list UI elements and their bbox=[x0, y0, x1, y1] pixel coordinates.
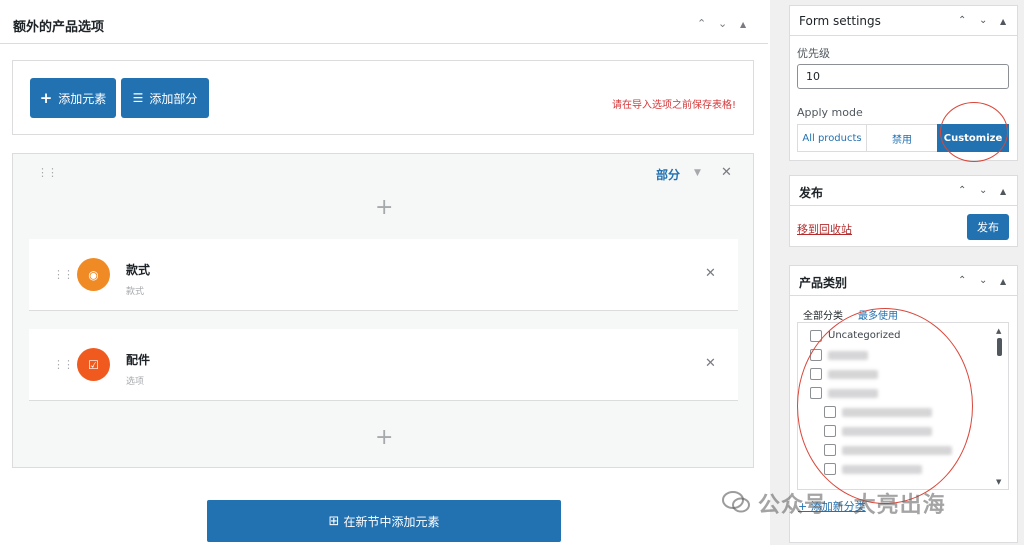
watermark: 公众号 · 大亮出海 bbox=[758, 493, 946, 518]
triangle-up-icon[interactable]: ▲ bbox=[740, 20, 746, 29]
caret-down-icon[interactable]: ▼ bbox=[694, 168, 701, 178]
chevron-down-icon[interactable]: ⌄ bbox=[979, 275, 987, 286]
annotation-circle bbox=[940, 102, 1008, 162]
element-row-accessories[interactable]: ⋮⋮ ☑ 配件 选项 ✕ bbox=[29, 329, 738, 401]
triangle-up-icon[interactable]: ▲ bbox=[1000, 187, 1006, 196]
card-title: 发布 bbox=[799, 186, 824, 200]
checkbox-icon: ☑ bbox=[77, 348, 110, 381]
remove-element-icon[interactable]: ✕ bbox=[705, 356, 716, 371]
add-element-new-section-button[interactable]: ⊞ 在新节中添加元素 bbox=[207, 500, 561, 542]
chevron-up-icon[interactable]: ⌃ bbox=[958, 275, 966, 286]
plus-icon: + bbox=[39, 89, 53, 107]
card-title: 产品类别 bbox=[799, 276, 848, 290]
apply-mode-all-products[interactable]: All products bbox=[797, 124, 867, 152]
add-element-plus-icon[interactable]: + bbox=[375, 195, 393, 220]
chevron-up-icon[interactable]: ⌃ bbox=[958, 185, 966, 196]
chevron-down-icon[interactable]: ⌄ bbox=[979, 15, 987, 26]
triangle-up-icon[interactable]: ▲ bbox=[1000, 277, 1006, 286]
element-row-style[interactable]: ⋮⋮ ◉ 款式 款式 ✕ bbox=[29, 239, 738, 311]
scrollbar-thumb[interactable] bbox=[997, 338, 1002, 356]
publish-button[interactable]: 发布 bbox=[967, 214, 1009, 240]
card-title: Form settings bbox=[799, 14, 881, 28]
main-panel-header bbox=[0, 8, 768, 44]
add-element-button[interactable]: + 添加元素 bbox=[30, 78, 116, 118]
chevron-down-icon[interactable]: ⌄ bbox=[979, 185, 987, 196]
element-title: 配件 bbox=[126, 353, 151, 367]
remove-element-icon[interactable]: ✕ bbox=[705, 266, 716, 281]
add-element-new-section-label: 在新节中添加元素 bbox=[343, 514, 440, 529]
layers-icon: ☰ bbox=[132, 91, 144, 105]
close-section-icon[interactable]: ✕ bbox=[721, 165, 732, 180]
triangle-up-icon[interactable]: ▲ bbox=[1000, 17, 1006, 26]
wechat-logo-icon bbox=[722, 491, 750, 513]
add-element-plus-icon[interactable]: + bbox=[375, 425, 393, 450]
add-section-button[interactable]: ☰ 添加部分 bbox=[121, 78, 209, 118]
plus-square-icon: ⊞ bbox=[328, 513, 340, 529]
add-element-label: 添加元素 bbox=[58, 91, 107, 106]
move-to-trash-link[interactable]: 移到回收站 bbox=[797, 221, 852, 237]
priority-input[interactable]: 10 bbox=[797, 64, 1009, 89]
chevron-down-icon[interactable]: ⌄ bbox=[718, 17, 727, 30]
tab-all-categories[interactable]: 全部分类 bbox=[803, 307, 843, 322]
drag-handle-icon[interactable]: ⋮⋮ bbox=[37, 166, 58, 179]
element-title: 款式 bbox=[126, 263, 151, 277]
apply-mode-label: Apply mode bbox=[797, 106, 863, 119]
drag-handle-icon[interactable]: ⋮⋮ bbox=[53, 358, 74, 371]
chevron-up-icon[interactable]: ⌃ bbox=[697, 17, 706, 30]
add-section-label: 添加部分 bbox=[149, 91, 198, 106]
apply-mode-disable[interactable]: 禁用 bbox=[866, 124, 938, 152]
annotation-circle bbox=[797, 308, 973, 504]
scroll-up-icon[interactable]: ▲ bbox=[996, 327, 1001, 335]
page-title: 额外的产品选项 bbox=[13, 20, 105, 35]
priority-label: 优先级 bbox=[797, 47, 830, 60]
drag-handle-icon[interactable]: ⋮⋮ bbox=[53, 268, 74, 281]
element-subtitle: 款式 bbox=[126, 287, 145, 297]
section-label[interactable]: 部分 bbox=[656, 166, 680, 183]
element-subtitle: 选项 bbox=[126, 377, 145, 387]
save-warning: 请在导入选项之前保存表格! bbox=[612, 100, 737, 111]
scroll-down-icon[interactable]: ▼ bbox=[996, 478, 1001, 486]
radio-icon: ◉ bbox=[77, 258, 110, 291]
chevron-up-icon[interactable]: ⌃ bbox=[958, 15, 966, 26]
